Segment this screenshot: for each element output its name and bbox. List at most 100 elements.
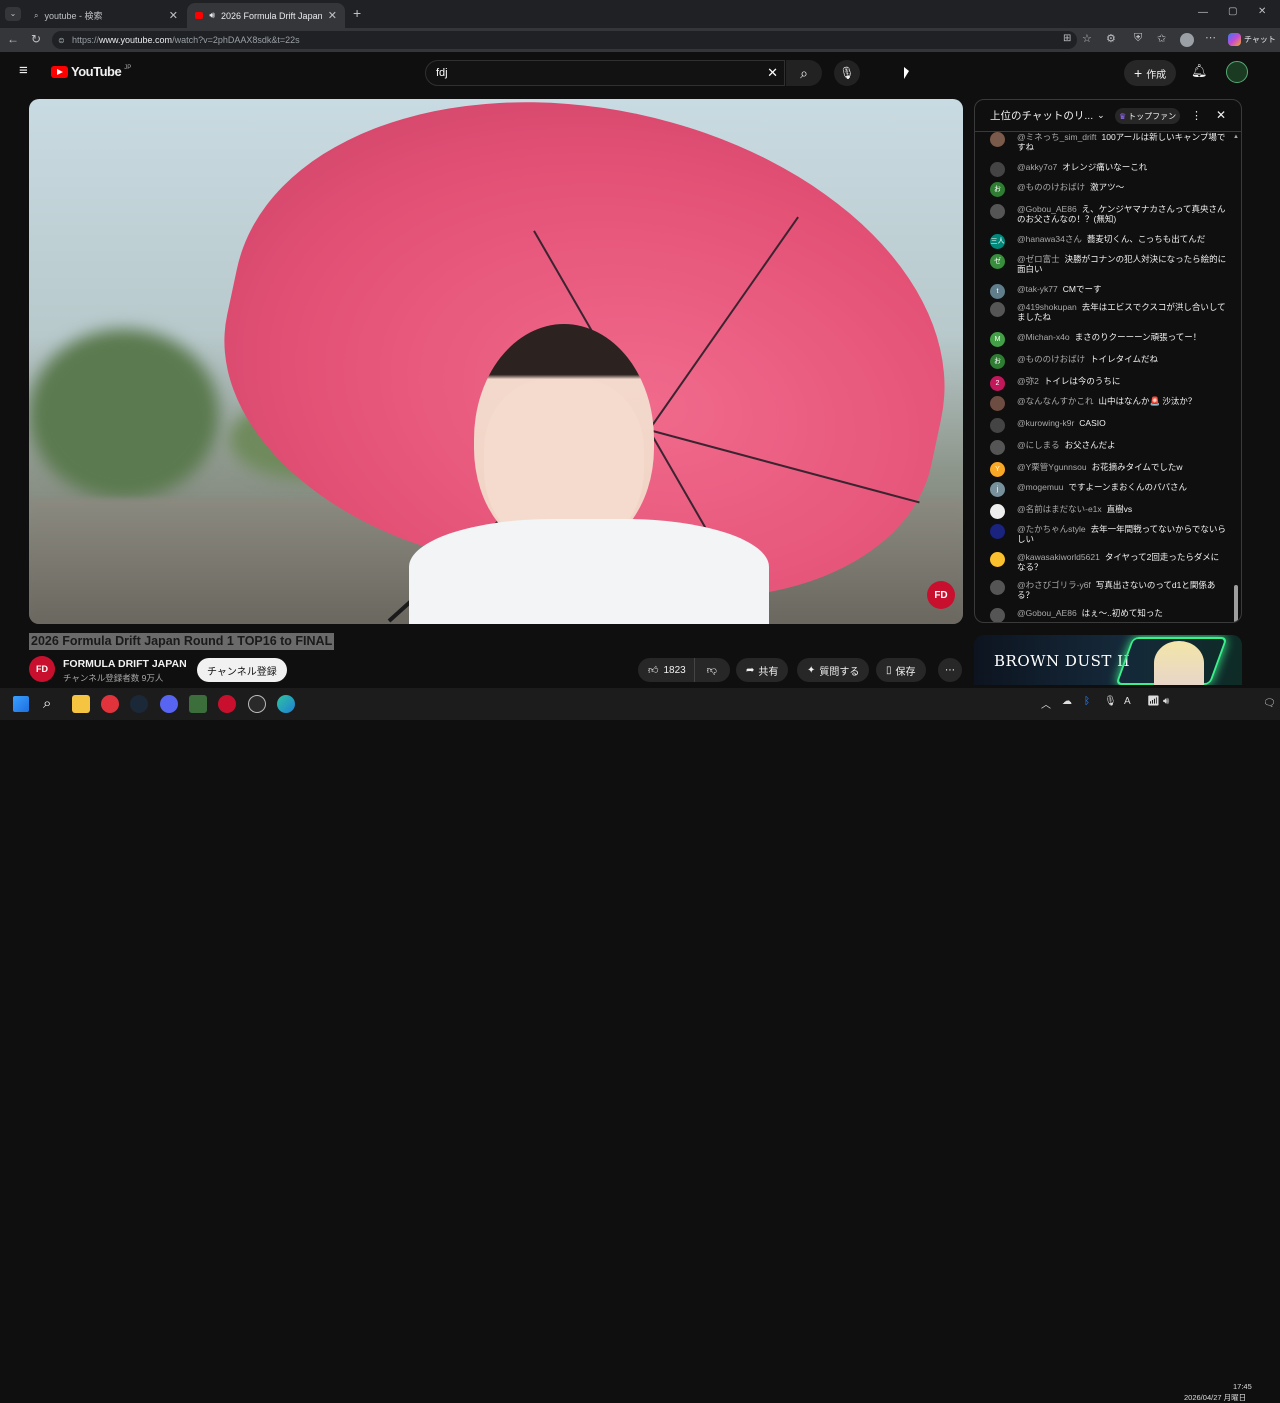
reload-icon[interactable]: ↻ — [31, 32, 41, 46]
video-player[interactable]: FD — [29, 99, 963, 624]
extensions-icon[interactable]: ⚙ — [1106, 32, 1116, 45]
translate-icon[interactable]: ⊞ — [1063, 33, 1071, 44]
chat-author[interactable]: @わさびゴリラ-y6f — [1017, 580, 1091, 590]
profile-avatar[interactable] — [1180, 33, 1194, 47]
ask-button[interactable]: ✦ 質問する — [797, 658, 870, 682]
dislike-button[interactable]: 👎︎ — [699, 664, 725, 676]
scroll-up-icon[interactable]: ▲ — [1233, 134, 1239, 140]
save-button[interactable]: ▯ 保存 — [876, 658, 926, 682]
chat-avatar[interactable] — [990, 504, 1005, 519]
chat-author[interactable]: @Y栗管Ygunnsou — [1017, 462, 1087, 472]
chat-avatar[interactable] — [990, 132, 1005, 147]
chat-avatar[interactable] — [990, 440, 1005, 455]
notifications-bell-icon[interactable]: 🔔︎ — [1191, 63, 1208, 79]
chat-avatar[interactable]: お — [990, 182, 1005, 197]
close-chat-icon[interactable]: ✕ — [1216, 108, 1226, 122]
chat-author[interactable]: @もののけおばけ — [1017, 182, 1085, 192]
chat-avatar[interactable] — [990, 580, 1005, 595]
close-tab-icon[interactable]: ✕ — [328, 9, 337, 22]
steam-icon[interactable] — [130, 695, 148, 713]
chat-avatar[interactable] — [990, 302, 1005, 317]
minimize-icon[interactable]: — — [1198, 7, 1208, 18]
chat-author[interactable]: @弥2 — [1017, 376, 1039, 386]
ime-icon[interactable]: A — [1124, 696, 1131, 707]
url-field[interactable]: ⊜ https://www.youtube.com/watch?v=2phDAA… — [52, 31, 1077, 49]
onedrive-icon[interactable]: ☁ — [1062, 696, 1072, 707]
bluetooth-icon[interactable]: ᛒ — [1084, 696, 1090, 707]
chatgpt-icon[interactable] — [248, 695, 266, 713]
chat-avatar[interactable]: Y — [990, 462, 1005, 477]
chat-author[interactable]: @なんなんすかこれ — [1017, 396, 1093, 406]
game-icon[interactable] — [189, 695, 207, 713]
wifi-icon[interactable]: 📶︎ — [1147, 696, 1160, 707]
chat-avatar[interactable] — [990, 552, 1005, 567]
chat-author[interactable]: @mogemuu — [1017, 482, 1063, 492]
chat-mode-select[interactable]: 上位のチャットのリ... ⌄ — [990, 108, 1105, 123]
ad-banner[interactable]: BROWN DUST II — [974, 635, 1242, 685]
browser-essentials-icon[interactable]: ⛨ — [1134, 32, 1142, 45]
chat-avatar[interactable]: M — [990, 332, 1005, 347]
scroll-thumb[interactable] — [1234, 585, 1238, 622]
chat-avatar[interactable]: j — [990, 482, 1005, 497]
maximize-icon[interactable]: ▢ — [1228, 6, 1237, 17]
discord-icon[interactable] — [160, 695, 178, 713]
chat-more-icon[interactable]: ⋮ — [1191, 109, 1202, 122]
chat-author[interactable]: @Michan-x4o — [1017, 332, 1070, 342]
clock-date[interactable]: 2026/04/27 月曜日 — [1184, 1392, 1246, 1403]
chat-author[interactable]: @たかちゃんstyle — [1017, 524, 1086, 534]
chat-author[interactable]: @kurowing-k9r — [1017, 418, 1074, 428]
collections-icon[interactable]: ✩ — [1157, 32, 1166, 45]
clock-time[interactable]: 17:45 — [1233, 1382, 1252, 1391]
chat-avatar[interactable]: t — [990, 284, 1005, 299]
chat-author[interactable]: @Gobou_AE86 — [1017, 608, 1077, 618]
tab-list-icon[interactable]: ⌄ — [5, 7, 21, 21]
opera-icon[interactable] — [218, 695, 236, 713]
chat-avatar[interactable]: 三人 — [990, 234, 1005, 249]
channel-avatar[interactable]: FD — [29, 656, 55, 682]
chat-author[interactable]: @tak-yk77 — [1017, 284, 1058, 294]
search-icon[interactable]: ⌕ — [43, 695, 51, 712]
tray-chevron-icon[interactable]: ︿ — [1041, 696, 1051, 711]
more-actions-button[interactable]: ⋯ — [938, 658, 962, 682]
volume-icon[interactable]: 🔊︎ — [1163, 696, 1169, 707]
edge-icon[interactable] — [277, 695, 295, 713]
chat-avatar[interactable] — [990, 162, 1005, 177]
channel-name[interactable]: FORMULA DRIFT JAPAN — [63, 658, 187, 670]
subscribe-button[interactable]: チャンネル登録 — [197, 658, 287, 682]
close-tab-icon[interactable]: ✕ — [169, 9, 178, 22]
file-explorer-icon[interactable] — [72, 695, 90, 713]
account-avatar[interactable] — [1226, 61, 1248, 83]
back-icon[interactable]: ← — [7, 32, 19, 46]
chat-avatar[interactable]: お — [990, 354, 1005, 369]
chat-scrollbar[interactable]: ▲ — [1233, 134, 1239, 622]
chat-author[interactable]: @Gobou_AE86 — [1017, 204, 1077, 214]
vivaldi-icon[interactable] — [101, 695, 119, 713]
chat-author[interactable]: @419shokupan — [1017, 302, 1077, 312]
search-input[interactable]: fdj ✕ — [425, 60, 785, 86]
more-menu-icon[interactable]: ⋯ — [1205, 31, 1216, 44]
create-button[interactable]: + 作成 — [1124, 60, 1177, 86]
hamburger-menu-icon[interactable]: ≡ — [19, 62, 28, 79]
microphone-icon[interactable]: 🎙︎ — [1104, 696, 1117, 707]
start-button[interactable] — [13, 696, 29, 712]
chat-avatar[interactable] — [990, 524, 1005, 539]
chat-author[interactable]: @にしまる — [1017, 440, 1060, 450]
channel-watermark[interactable]: FD — [927, 581, 955, 609]
speaker-icon[interactable]: 🔊︎ — [209, 10, 215, 21]
chat-avatar[interactable] — [990, 204, 1005, 219]
top-fan-badge[interactable]: ♛ トップファン — [1115, 108, 1181, 124]
chat-author[interactable]: @名前はまだない-e1x — [1017, 504, 1102, 514]
chat-avatar[interactable]: 2 — [990, 376, 1005, 391]
site-info-icon[interactable]: ⊜ — [58, 36, 65, 45]
chat-avatar[interactable] — [990, 418, 1005, 433]
tab-search[interactable]: ⌕ youtube - 検索 ✕ — [26, 3, 186, 28]
new-tab-button[interactable]: + — [353, 5, 361, 21]
close-window-icon[interactable]: ✕ — [1258, 6, 1266, 17]
share-button[interactable]: ➦ 共有 — [736, 658, 789, 682]
chat-author[interactable]: @kawasakiworld5621 — [1017, 552, 1100, 562]
tab-video[interactable]: 🔊︎ 2026 Formula Drift Japan Rou ✕ — [187, 3, 345, 28]
search-button[interactable]: ⌕ — [786, 60, 822, 86]
favorite-star-icon[interactable]: ☆ — [1082, 32, 1092, 45]
chat-avatar[interactable] — [990, 396, 1005, 411]
chat-author[interactable]: @ミネっち_sim_drift — [1017, 132, 1096, 142]
